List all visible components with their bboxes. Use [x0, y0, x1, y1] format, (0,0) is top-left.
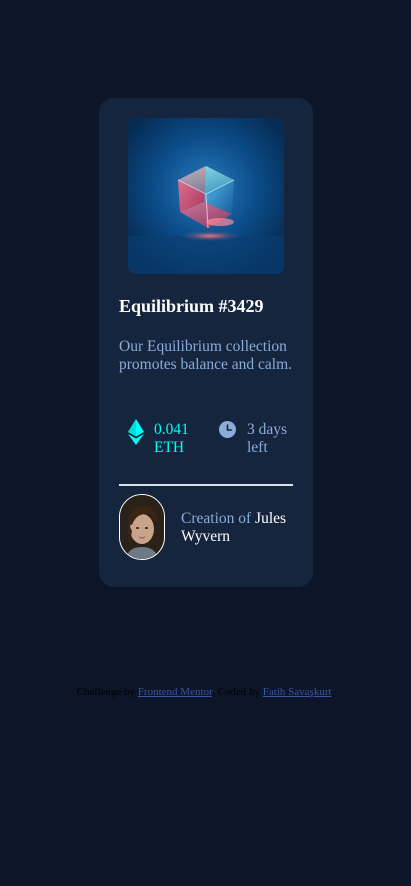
time-left-value: 3 days: [247, 421, 288, 438]
avatar: [119, 494, 165, 560]
attribution-footer: Challenge by Frontend Mentor. Coded by F…: [0, 686, 411, 698]
footer-end: .: [331, 686, 335, 698]
creator-prefix: Creation of: [181, 510, 252, 527]
ethereum-icon: [128, 419, 144, 445]
cube-illustration: [128, 118, 284, 274]
clock-icon: [219, 421, 236, 438]
equilibrium-image[interactable]: [128, 118, 284, 274]
frontend-mentor-link[interactable]: Frontend Mentor: [138, 686, 212, 698]
price-unit: ETH: [154, 439, 185, 456]
price-value: 0.041: [154, 421, 189, 438]
time-left-stat: 3 days left: [219, 421, 292, 457]
nft-card: Equilibrium #3429 Our Equilibrium collec…: [99, 98, 313, 587]
author-link[interactable]: Fatih Savaşkurt: [263, 686, 332, 698]
card-description: Our Equilibrium collection promotes bala…: [119, 338, 293, 373]
footer-separator: .: [212, 686, 215, 698]
footer-challenge-text: Challenge by: [76, 686, 136, 698]
creator-info: Creation of Jules Wyvern: [181, 510, 301, 546]
footer-coded-text: Coded by: [217, 686, 261, 698]
card-divider: [119, 484, 293, 486]
time-left-unit: left: [247, 439, 268, 456]
price-stat: 0.041 ETH: [128, 419, 199, 457]
card-title[interactable]: Equilibrium #3429: [119, 296, 264, 317]
